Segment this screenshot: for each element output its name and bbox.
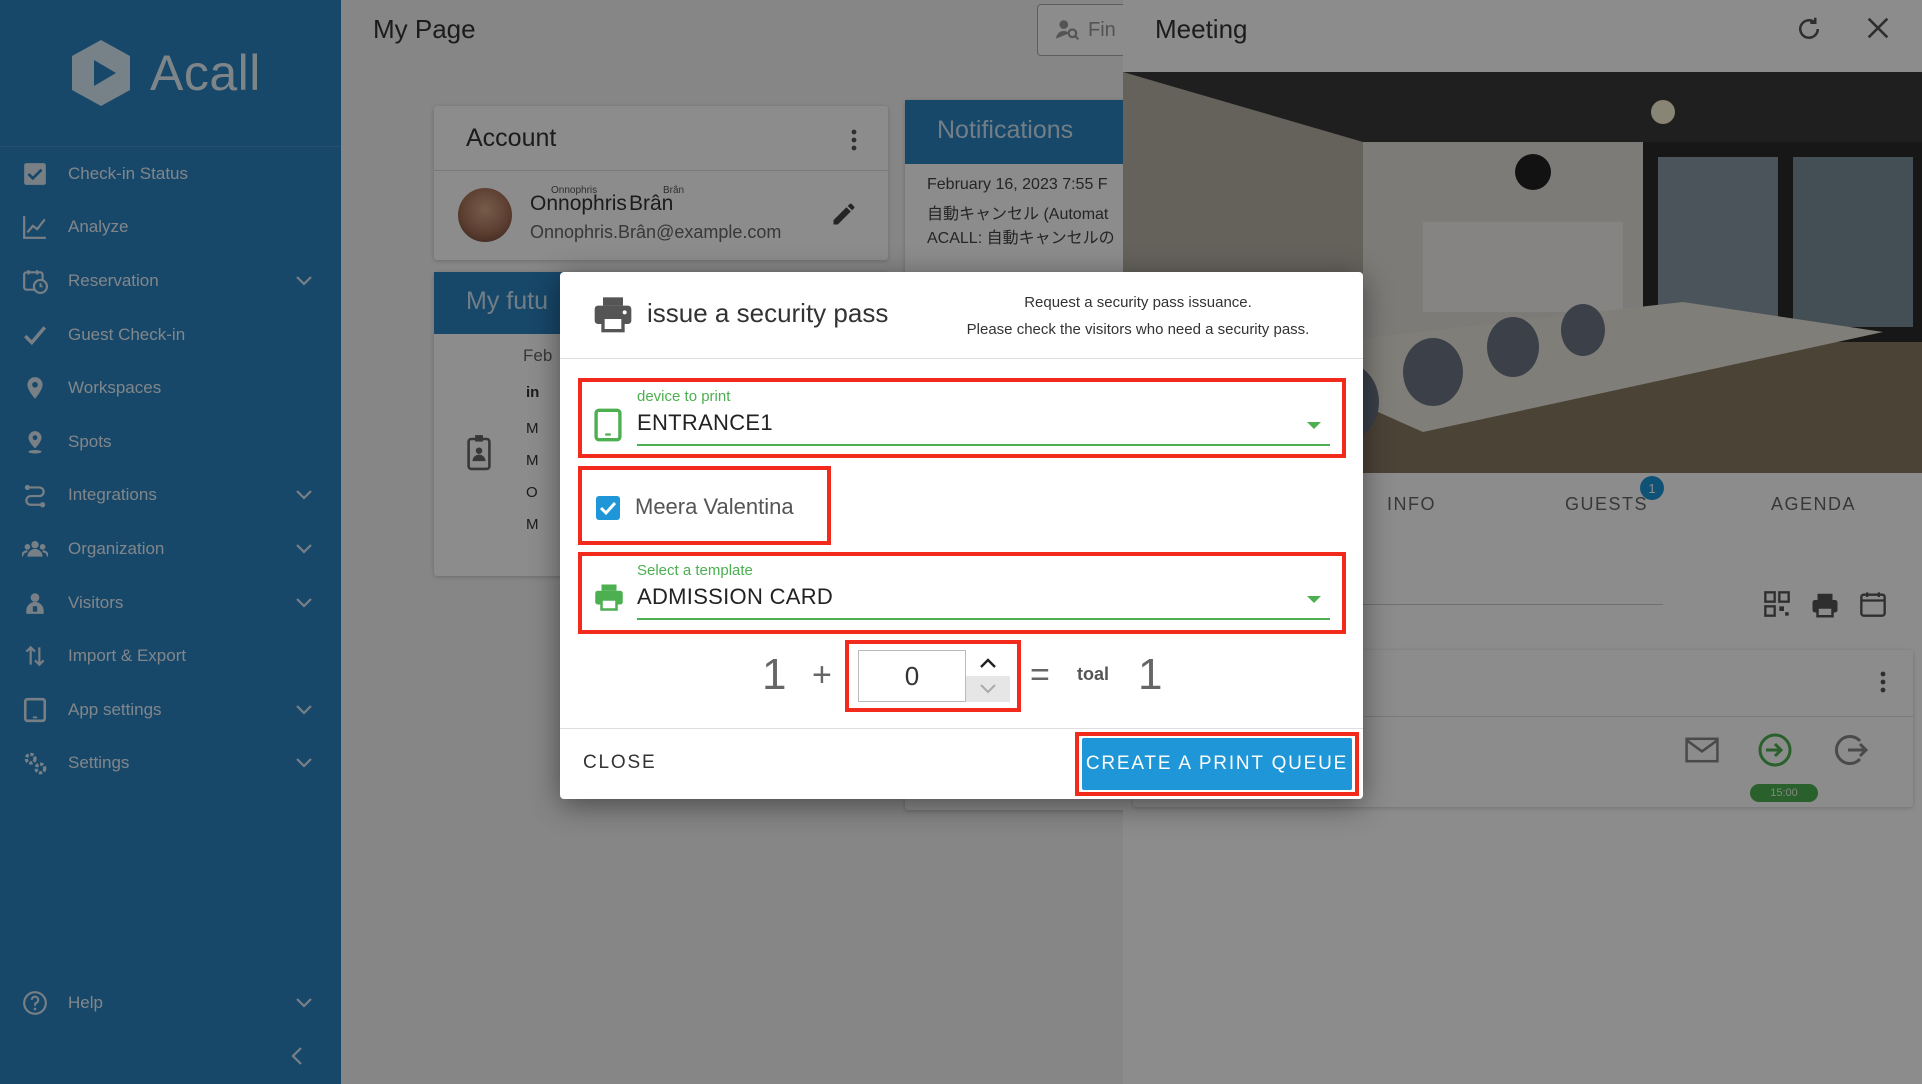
security-pass-dialog: issue a security pass Request a security… [560, 272, 1363, 799]
base-count: 1 [762, 650, 787, 699]
close-button[interactable]: CLOSE [583, 752, 656, 774]
visitor-checkbox[interactable] [596, 496, 620, 520]
dialog-footer-divider [560, 728, 1363, 729]
tablet-icon [594, 408, 622, 442]
dialog-divider [560, 358, 1363, 359]
plus-sign: + [812, 656, 832, 694]
dialog-description-line: Please check the visitors who need a sec… [966, 321, 1310, 338]
decrement-button[interactable] [966, 676, 1010, 702]
visitor-name[interactable]: Meera Valentina [635, 494, 794, 520]
quantity-stepper [966, 650, 1010, 702]
create-print-queue-button[interactable]: CREATE A PRINT QUEUE [1082, 738, 1352, 790]
chevron-down-icon [980, 684, 996, 694]
extra-quantity-input[interactable]: 0 [858, 650, 966, 702]
dropdown-arrow-icon[interactable] [1307, 596, 1321, 603]
device-field-underline [637, 444, 1330, 446]
template-field-label: Select a template [637, 562, 753, 579]
printer-icon [595, 584, 623, 611]
dialog-description: Request a security pass issuance. Please… [928, 289, 1348, 343]
dropdown-arrow-icon[interactable] [1307, 422, 1321, 429]
total-label: toal [1077, 664, 1110, 684]
dialog-description-line: Request a security pass issuance. [1024, 294, 1252, 311]
printer-icon [594, 297, 632, 333]
template-field-underline [637, 618, 1330, 620]
total-count: 1 [1138, 650, 1163, 699]
device-field-label: device to print [637, 388, 731, 405]
template-select[interactable]: ADMISSION CARD [637, 584, 833, 610]
checkmark-icon [599, 501, 617, 516]
device-select[interactable]: ENTRANCE1 [637, 410, 773, 436]
equals-sign: = [1030, 656, 1050, 694]
dialog-title: issue a security pass [647, 298, 889, 328]
chevron-up-icon [980, 658, 996, 668]
increment-button[interactable] [966, 650, 1010, 676]
